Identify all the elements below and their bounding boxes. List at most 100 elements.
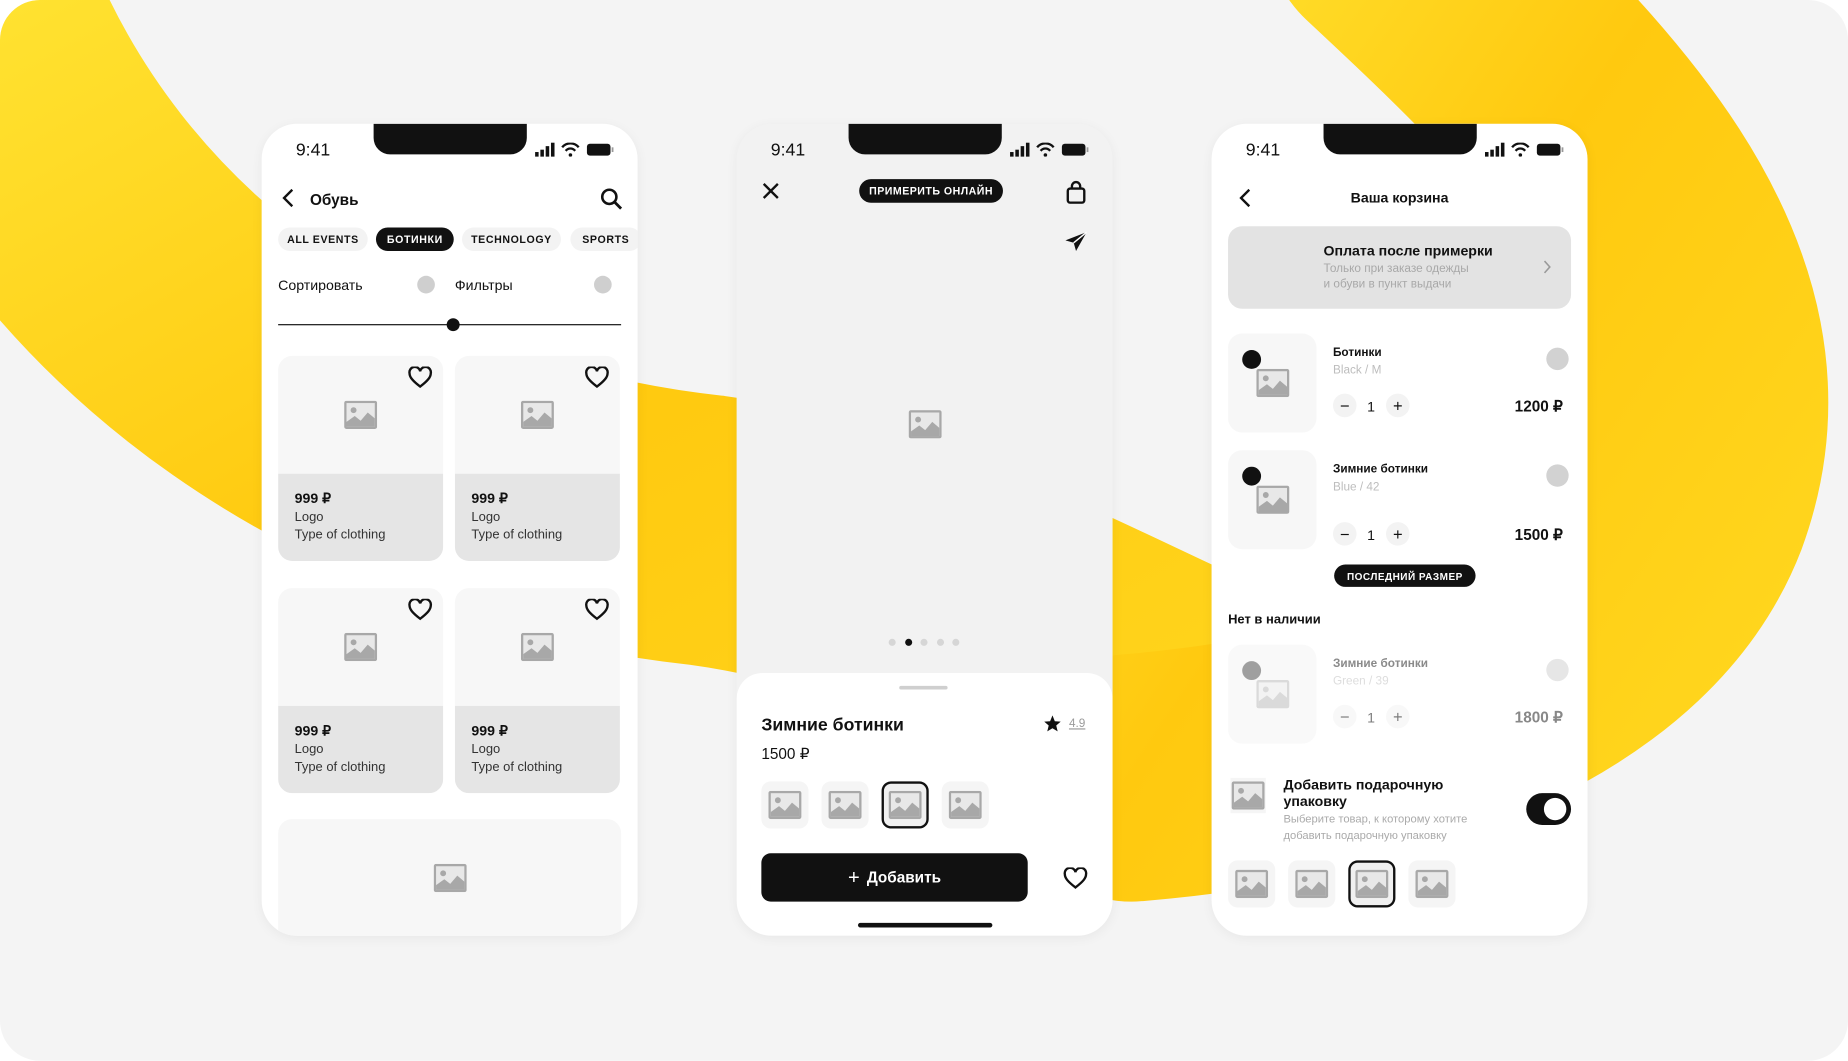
product-card[interactable] — [278, 819, 622, 936]
close-icon[interactable] — [761, 181, 780, 200]
item-price: 1200 ₽ — [1514, 397, 1563, 415]
item-price: 1500 ₽ — [1514, 525, 1563, 544]
plus-icon: + — [848, 865, 860, 889]
decrease-button[interactable]: − — [1332, 393, 1357, 418]
product-brand: Logo — [294, 510, 324, 525]
back-icon[interactable] — [280, 187, 296, 208]
product-type: Type of clothing — [471, 760, 563, 775]
pagination-dot[interactable] — [936, 638, 944, 646]
product-brand: Logo — [294, 742, 324, 757]
gift-item-thumb-selected[interactable] — [1348, 860, 1396, 908]
banner-title: Оплата после примерки — [1323, 242, 1493, 260]
favorite-heart-icon[interactable] — [408, 365, 433, 395]
card-info: 999 ₽ Logo Type of clothing — [278, 705, 444, 794]
status-time: 9:41 — [770, 140, 806, 161]
decrease-button[interactable]: − — [1332, 522, 1357, 546]
banner-line: Только при заказе одежды — [1323, 262, 1469, 276]
sort-toggle[interactable] — [417, 275, 435, 294]
increase-button[interactable]: + — [1385, 522, 1410, 546]
gift-wrap-description: Выберите товар, к которому хотите добавит… — [1283, 812, 1467, 845]
pagination-dot[interactable] — [952, 638, 960, 646]
image-placeholder-icon — [948, 790, 982, 820]
select-item-radio[interactable] — [1546, 464, 1569, 487]
image-placeholder-icon — [1235, 869, 1269, 899]
filter-toggle[interactable] — [593, 275, 612, 294]
sort-label[interactable]: Сортировать — [278, 277, 363, 293]
variant-thumb[interactable] — [761, 781, 809, 829]
select-item-radio[interactable] — [1546, 347, 1569, 371]
product-card[interactable]: 999 ₽ Logo Type of clothing — [454, 588, 620, 794]
rating-value[interactable]: 4.9 — [1069, 718, 1085, 731]
cart-item: Ботинки Black / M − 1 + 1200 ₽ — [1228, 333, 1571, 433]
add-label: Добавить — [866, 868, 942, 887]
status-icons — [1484, 141, 1565, 157]
image-placeholder-icon — [1355, 869, 1389, 899]
pay-after-fitting-banner[interactable]: Оплата после примерки Только при заказе … — [1228, 226, 1572, 309]
item-price: 1800 ₽ — [1514, 708, 1563, 726]
pagination-dot[interactable] — [920, 638, 928, 646]
image-placeholder-icon — [1254, 367, 1292, 400]
gift-wrap-toggle[interactable] — [1526, 793, 1572, 825]
image-placeholder-icon — [1415, 869, 1449, 899]
product-type: Type of clothing — [294, 527, 386, 543]
product-card[interactable]: 999 ₽ Logo Type of clothing — [454, 355, 620, 561]
heart-icon[interactable] — [1063, 867, 1088, 889]
last-size-badge: ПОСЛЕДНИЙ РАЗМЕР — [1334, 564, 1476, 587]
chip-technology[interactable]: TECHNOLOGY — [461, 227, 561, 252]
product-card[interactable]: 999 ₽ Logo Type of clothing — [278, 588, 444, 794]
gift-item-thumb[interactable] — [1288, 860, 1336, 908]
pagination-dot[interactable] — [904, 638, 912, 646]
favorite-heart-icon[interactable] — [585, 365, 610, 395]
item-image — [1228, 644, 1317, 744]
item-variant: Green / 39 — [1332, 675, 1389, 689]
favorite-heart-icon[interactable] — [585, 597, 610, 627]
gift-wrap-image-icon — [1230, 777, 1266, 814]
cart-item: Зимние ботинки Blue / 42 − 1 + 1500 ₽ — [1228, 450, 1571, 550]
try-on-button[interactable]: ПРИМЕРИТЬ ОНЛАЙН — [859, 179, 1003, 203]
quantity: 1 — [1367, 398, 1376, 415]
product-image-placeholder-icon — [890, 401, 961, 448]
increase-button[interactable]: + — [1385, 393, 1410, 418]
status-icons — [1010, 141, 1090, 157]
variant-thumb[interactable] — [821, 781, 869, 829]
quantity: 1 — [1367, 526, 1376, 544]
gift-desc-line: добавить подарочную упаковку — [1283, 829, 1447, 843]
slider-knob[interactable] — [446, 318, 460, 332]
share-send-icon[interactable] — [1064, 231, 1088, 252]
toggle-knob — [1543, 797, 1567, 821]
product-card[interactable]: 999 ₽ Logo Type of clothing — [278, 355, 444, 561]
pagination-dot[interactable] — [888, 638, 896, 646]
variant-thumb[interactable] — [941, 781, 989, 829]
gift-item-thumb[interactable] — [1228, 860, 1276, 908]
page-title: Ваша корзина — [1350, 189, 1449, 207]
chip-botinki[interactable]: БОТИНКИ — [375, 227, 454, 252]
gift-item-thumb[interactable] — [1408, 860, 1456, 908]
decrease-button[interactable]: − — [1332, 704, 1357, 729]
product-brand: Logo — [471, 510, 501, 525]
status-time: 9:41 — [1245, 140, 1281, 161]
out-of-stock-item: Зимние ботинки Green / 39 − 1 + 1800 ₽ — [1228, 644, 1571, 744]
product-price: 999 ₽ — [471, 490, 508, 507]
item-name: Ботинки — [1332, 346, 1382, 360]
filter-label[interactable]: Фильтры — [455, 277, 513, 293]
out-of-stock-title: Нет в наличии — [1228, 612, 1321, 627]
notch — [373, 123, 527, 155]
variant-thumb-selected[interactable] — [881, 781, 929, 829]
shopping-bag-icon[interactable] — [1065, 180, 1086, 204]
chip-sports[interactable]: SPORTS — [570, 227, 638, 252]
item-name: Зимние ботинки — [1332, 657, 1428, 671]
favorite-heart-icon[interactable] — [408, 597, 433, 627]
increase-button[interactable]: + — [1385, 704, 1410, 729]
chip-all-events[interactable]: ALL EVENTS — [278, 227, 368, 252]
sheet-handle[interactable] — [899, 685, 948, 690]
color-dot — [1242, 350, 1262, 369]
item-image — [1228, 450, 1317, 550]
page-title: Обувь — [309, 190, 359, 209]
search-icon[interactable] — [600, 187, 624, 211]
image-placeholder-icon — [1295, 869, 1329, 899]
item-name: Зимние ботинки — [1332, 463, 1428, 477]
image-placeholder-icon — [768, 790, 802, 820]
select-item-radio[interactable] — [1546, 658, 1569, 682]
product-type: Type of clothing — [471, 527, 563, 543]
add-to-cart-button[interactable]: + Добавить — [761, 853, 1028, 902]
